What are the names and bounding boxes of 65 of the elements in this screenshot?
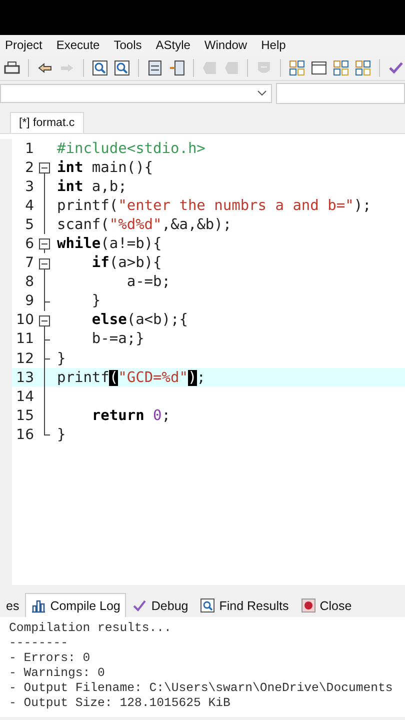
code-text: b-=a;}: [90, 331, 144, 348]
code-text: else(a<b);{: [90, 312, 188, 328]
panel-tab[interactable]: Debug: [126, 593, 194, 617]
code-text: printf("enter the numbrs a and b=");: [57, 198, 372, 214]
search-icon[interactable]: [90, 58, 109, 76]
line-number: 9: [24, 293, 34, 310]
search-icon[interactable]: [112, 58, 131, 76]
line-number: 11: [15, 331, 34, 348]
panel-tab[interactable]: Compile Log: [25, 593, 126, 617]
line-number: 13: [15, 370, 34, 386]
line-number: 1: [24, 140, 34, 157]
grid-icon[interactable]: [354, 58, 372, 76]
code-text: printf("GCD=%d");: [57, 370, 206, 386]
log-line: - Output Filename: C:\Users\swarn\OneDrive\Documents: [9, 681, 394, 696]
line-number: 4: [24, 198, 34, 214]
line-number: 12: [15, 350, 34, 367]
menu-item[interactable]: Window: [204, 38, 248, 52]
grid-icon[interactable]: [288, 58, 306, 76]
line-number: 2: [24, 160, 34, 176]
line-number: 14: [15, 388, 34, 405]
search-icon: [200, 598, 216, 613]
code-text: #include<stdio.h>: [57, 140, 206, 157]
chevron-down-icon: [257, 89, 267, 97]
log-line: --------: [9, 636, 70, 651]
close-icon: [300, 598, 316, 613]
panel-tab[interactable]: Close: [294, 593, 358, 617]
menu-item[interactable]: Help: [261, 38, 286, 52]
dropdown-field[interactable]: [276, 82, 405, 104]
log-line: Compilation results...: [9, 621, 172, 636]
printer-icon[interactable]: [3, 58, 21, 76]
code-text: scanf("%d%d",&a,&b);: [57, 216, 232, 233]
menu-item[interactable]: Project: [5, 38, 42, 52]
check-icon: [132, 598, 148, 613]
menu-item[interactable]: AStyle: [156, 38, 190, 52]
code-text: }: [90, 293, 101, 310]
code-text: if(a>b){: [90, 255, 162, 272]
menu-item[interactable]: Tools: [114, 38, 142, 52]
line-number: 5: [24, 216, 34, 233]
code-text: while(a!=b){: [57, 236, 162, 252]
code-text: a-=b;: [126, 274, 170, 290]
file-tab[interactable]: [*] format.c: [10, 112, 84, 133]
panel-icon[interactable]: [146, 58, 164, 76]
line-number: 3: [24, 178, 34, 195]
code-text: return 0;: [90, 408, 170, 424]
line-number: 8: [24, 274, 34, 290]
line-number: 6: [24, 236, 34, 252]
line-number: 15: [15, 408, 34, 424]
bar-chart-icon: [31, 598, 46, 613]
line-number: 10: [15, 312, 34, 328]
code-text: int a,b;: [57, 178, 127, 195]
grid-icon[interactable]: [332, 58, 350, 76]
line-number: 16: [15, 426, 34, 443]
log-line: - Output Size: 128.1015625 KiB: [9, 696, 232, 711]
menu-item[interactable]: Execute: [56, 38, 100, 52]
dropdown-field[interactable]: [0, 84, 272, 102]
log-line: - Errors: 0: [9, 651, 92, 666]
window-icon[interactable]: [310, 58, 328, 76]
panel-tab[interactable]: Find Results: [194, 593, 295, 617]
log-line: - Warnings: 0: [9, 666, 106, 681]
line-number: 7: [24, 255, 34, 272]
code-text: }: [57, 350, 66, 367]
panel-tab[interactable]: es: [0, 594, 26, 617]
code-text: int main(){: [57, 160, 154, 176]
code-text: }: [57, 426, 66, 443]
insert-icon[interactable]: [168, 58, 186, 76]
